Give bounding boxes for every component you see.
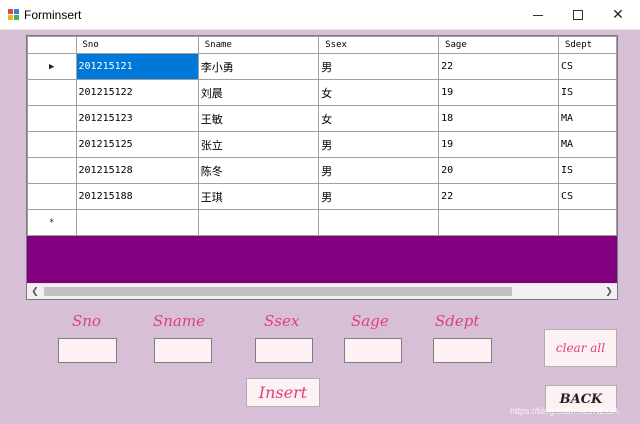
table-row[interactable]: 201215122 刘晨 女 19 IS	[27, 79, 617, 106]
cell-ssex[interactable]: 男	[318, 131, 440, 158]
row-header[interactable]	[27, 79, 77, 106]
header-row: Sno Sname Ssex Sage Sdept	[27, 36, 617, 54]
sno-input[interactable]	[58, 338, 117, 363]
maximize-button[interactable]	[558, 0, 598, 30]
scrollbar-thumb[interactable]	[44, 287, 512, 296]
ssex-input[interactable]	[255, 338, 313, 363]
cell-sdept[interactable]	[557, 209, 617, 236]
cell-sno[interactable]: 201215122	[75, 79, 199, 106]
cell-sage[interactable]: 20	[438, 157, 559, 184]
cell-sno[interactable]: 201215125	[75, 131, 199, 158]
sname-input[interactable]	[154, 338, 212, 363]
label-ssex: Ssex	[264, 312, 300, 330]
cell-sage[interactable]: 19	[438, 131, 559, 158]
label-sname: Sname	[153, 312, 205, 330]
minimize-button[interactable]	[518, 0, 558, 30]
table-row[interactable]: 201215128 陈冬 男 20 IS	[27, 157, 617, 184]
scroll-left-icon[interactable]: ❮	[27, 284, 43, 299]
table-row[interactable]: 201215125 张立 男 19 MA	[27, 131, 617, 158]
cell-sname[interactable]: 张立	[197, 131, 320, 158]
cell-sno[interactable]: 201215188	[75, 183, 199, 210]
cell-sage[interactable]: 22	[438, 53, 559, 80]
label-sage: Sage	[351, 312, 389, 330]
cell-sname[interactable]: 王琪	[197, 183, 320, 210]
row-header[interactable]	[27, 105, 77, 132]
row-header[interactable]	[27, 157, 77, 184]
column-header-ssex[interactable]: Ssex	[318, 36, 440, 54]
label-sdept: Sdept	[435, 312, 480, 330]
cell-ssex[interactable]: 男	[318, 53, 440, 80]
cell-sno[interactable]: 201215121	[75, 53, 199, 80]
scroll-right-icon[interactable]: ❯	[601, 284, 617, 299]
cell-sname[interactable]: 王敏	[197, 105, 320, 132]
app-icon	[8, 9, 19, 20]
cell-sno[interactable]	[75, 209, 199, 236]
cell-sage[interactable]	[438, 209, 559, 236]
sdept-input[interactable]	[433, 338, 492, 363]
cell-sno[interactable]: 201215123	[75, 105, 199, 132]
watermark: https://blog.csdn.net/NEGA	[510, 406, 619, 416]
new-row[interactable]: *	[27, 209, 617, 236]
cell-ssex[interactable]	[318, 209, 440, 236]
cell-sname[interactable]	[197, 209, 320, 236]
table-row[interactable]: 201215123 王敏 女 18 MA	[27, 105, 617, 132]
cell-sname[interactable]: 李小勇	[197, 53, 320, 80]
title-bar: Forminsert ✕	[0, 0, 640, 30]
cell-sage[interactable]: 22	[438, 183, 559, 210]
clear-all-button[interactable]: clear all	[544, 329, 617, 367]
cell-ssex[interactable]: 男	[318, 183, 440, 210]
close-icon: ✕	[612, 7, 624, 23]
cell-sage[interactable]: 18	[438, 105, 559, 132]
cell-sdept[interactable]: MA	[557, 105, 617, 132]
row-header[interactable]	[27, 183, 77, 210]
column-header-sage[interactable]: Sage	[438, 36, 559, 54]
row-header[interactable]	[27, 131, 77, 158]
cell-ssex[interactable]: 女	[318, 79, 440, 106]
table-row[interactable]: ▶ 201215121 李小勇 男 22 CS	[27, 53, 617, 80]
close-button[interactable]: ✕	[598, 0, 638, 30]
cell-sdept[interactable]: IS	[557, 157, 617, 184]
window-title: Forminsert	[24, 8, 82, 22]
insert-button[interactable]: Insert	[246, 378, 320, 407]
new-row-icon[interactable]: *	[27, 209, 77, 236]
cell-sno[interactable]: 201215128	[75, 157, 199, 184]
horizontal-scrollbar[interactable]: ❮ ❯	[27, 283, 617, 299]
cell-ssex[interactable]: 男	[318, 157, 440, 184]
cell-sdept[interactable]: IS	[557, 79, 617, 106]
cell-sname[interactable]: 陈冬	[197, 157, 320, 184]
cell-sname[interactable]: 刘晨	[197, 79, 320, 106]
sage-input[interactable]	[344, 338, 402, 363]
maximize-icon	[573, 10, 583, 20]
current-row-icon[interactable]: ▶	[27, 53, 77, 80]
cell-ssex[interactable]: 女	[318, 105, 440, 132]
cell-sage[interactable]: 19	[438, 79, 559, 106]
student-data-grid[interactable]: Sno Sname Ssex Sage Sdept ▶ 201215121 李小…	[26, 35, 618, 300]
column-header-sno[interactable]: Sno	[75, 36, 199, 54]
table-row[interactable]: 201215188 王琪 男 22 CS	[27, 183, 617, 210]
minimize-icon	[533, 14, 543, 16]
grid-table: Sno Sname Ssex Sage Sdept ▶ 201215121 李小…	[27, 36, 617, 236]
column-header-sdept[interactable]: Sdept	[557, 36, 617, 54]
cell-sdept[interactable]: MA	[557, 131, 617, 158]
row-header-corner	[27, 36, 77, 54]
label-sno: Sno	[72, 312, 101, 330]
cell-sdept[interactable]: CS	[557, 183, 617, 210]
cell-sdept[interactable]: CS	[557, 53, 617, 80]
column-header-sname[interactable]: Sname	[197, 36, 320, 54]
